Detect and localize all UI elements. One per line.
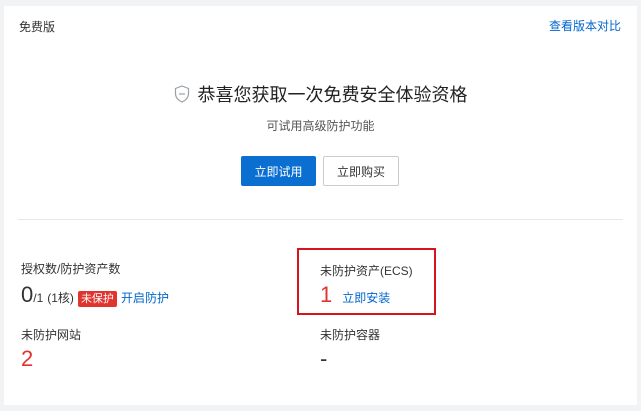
unprotected-ecs-label: 未防护资产(ECS) [320, 264, 413, 278]
unprotected-containers-label: 未防护容器 [320, 328, 381, 342]
try-now-button[interactable]: 立即试用 [241, 156, 316, 186]
free-edition-card: 免费版 查看版本对比 恭喜您获取一次免费安全体验资格 可试用高级防护功能 立即试… [4, 6, 637, 405]
unprotected-status-badge: 未保护 [77, 291, 117, 307]
authorized-assets-row: 0 /1 (1核) 未保护 开启防护 [21, 282, 169, 308]
buy-now-button[interactable]: 立即购买 [323, 156, 399, 186]
unprotected-ecs-row: 1 立即安装 [320, 282, 390, 308]
hero-title: 恭喜您获取一次免费安全体验资格 [197, 85, 468, 105]
hero-subtitle: 可试用高级防护功能 [266, 119, 375, 133]
unprotected-sites-label: 未防护网站 [21, 328, 82, 342]
authorized-assets-label: 授权数/防护资产数 [21, 262, 121, 276]
section-divider [18, 219, 623, 220]
hero-title-row: 恭喜您获取一次免费安全体验资格 [4, 81, 637, 107]
enable-protection-link[interactable]: 开启防护 [121, 289, 169, 306]
install-now-link[interactable]: 立即安装 [342, 289, 390, 306]
unprotected-sites-count: 2 [21, 346, 34, 371]
unprotected-sites-row: 2 [21, 346, 33, 372]
compare-versions-link[interactable]: 查看版本对比 [549, 17, 621, 34]
unprotected-ecs-count: 1 [320, 282, 333, 307]
unprotected-containers-row: - [320, 346, 327, 372]
edition-label: 免费版 [19, 20, 56, 34]
unprotected-containers-count: - [320, 346, 328, 371]
authorized-cores: (1核) [47, 291, 74, 305]
shield-icon [174, 85, 189, 103]
authorized-total: /1 [33, 291, 44, 305]
authorized-count: 0 [21, 282, 34, 307]
